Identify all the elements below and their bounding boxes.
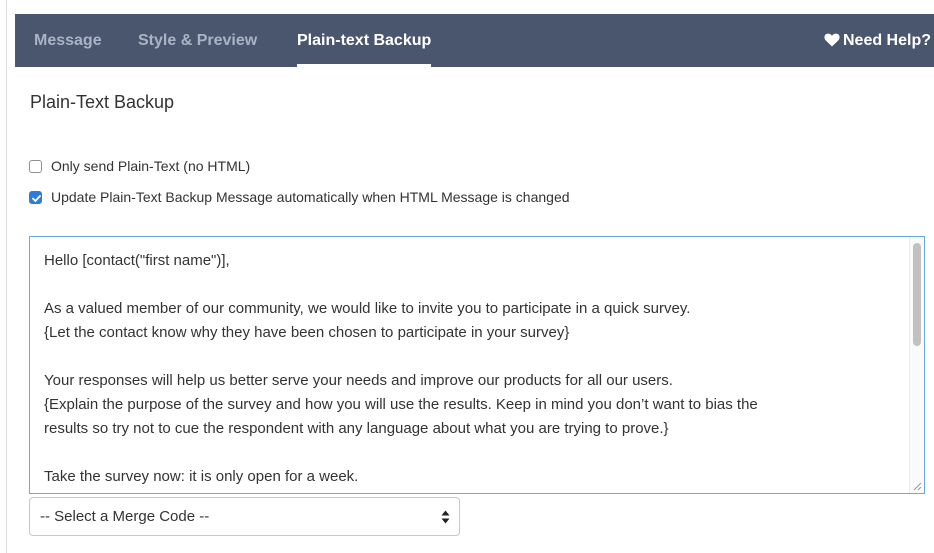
tab-plain-text-backup-label: Plain-text Backup: [297, 32, 432, 49]
tab-message[interactable]: Message: [34, 14, 102, 67]
body-line: {Explain the purpose of the survey and h…: [44, 396, 758, 413]
need-help-button[interactable]: Need Help?: [824, 14, 931, 67]
body-line: As a valued member of our community, we …: [44, 300, 691, 317]
need-help-label: Need Help?: [842, 32, 931, 49]
message-body: Hello [contact("first name")], As a valu…: [44, 249, 910, 489]
auto-update-checkbox[interactable]: [29, 190, 42, 204]
plain-text-message-textarea[interactable]: Hello [contact("first name")], As a valu…: [29, 236, 925, 494]
active-tab-indicator: [297, 64, 432, 67]
merge-code-select[interactable]: -- Select a Merge Code --: [29, 497, 460, 536]
body-line: Your responses will help us better serve…: [44, 372, 673, 389]
tab-style-preview[interactable]: Style & Preview: [138, 14, 257, 67]
only-plain-text-option[interactable]: Only send Plain-Text (no HTML): [29, 156, 250, 176]
merge-code-selected: -- Select a Merge Code --: [40, 508, 210, 525]
page: Message Style & Preview Plain-text Backu…: [0, 0, 934, 553]
textarea-scrollbar[interactable]: [909, 237, 924, 493]
scrollbar-thumb[interactable]: [913, 243, 921, 346]
heart-icon: [824, 33, 840, 47]
body-line: results so try not to cue the respondent…: [44, 420, 669, 437]
only-plain-text-label: Only send Plain-Text (no HTML): [51, 158, 251, 174]
select-arrows-icon: [441, 510, 450, 524]
checkmark-icon: [32, 194, 41, 202]
greeting-line: Hello [contact("first name")],: [44, 252, 230, 269]
resize-grip-icon[interactable]: [913, 482, 922, 491]
body-line: Take the survey now: it is only open for…: [44, 468, 359, 485]
body-line: {Let the contact know why they have been…: [44, 324, 570, 341]
left-divider: [6, 0, 7, 553]
tab-plain-text-backup[interactable]: Plain-text Backup: [297, 14, 432, 67]
section-title: Plain-Text Backup: [30, 92, 175, 112]
tab-bar: Message Style & Preview Plain-text Backu…: [15, 14, 934, 67]
auto-update-option[interactable]: Update Plain-Text Backup Message automat…: [29, 187, 570, 207]
only-plain-text-checkbox[interactable]: [29, 159, 42, 173]
auto-update-label: Update Plain-Text Backup Message automat…: [51, 189, 570, 205]
